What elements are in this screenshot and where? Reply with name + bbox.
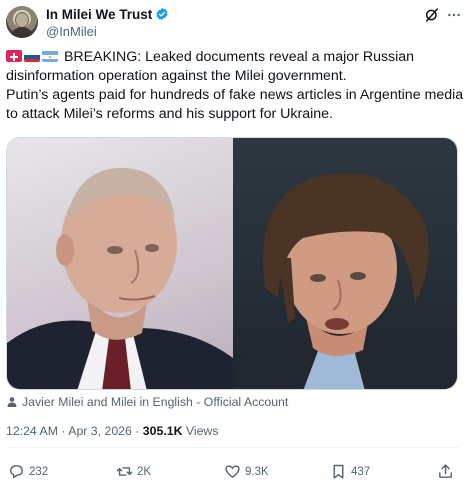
tweet-line-4: to attack Milei’s reforms and his suppor… [6,106,333,122]
handle[interactable]: @InMilei [46,24,169,40]
repost-icon [116,467,133,476]
tweet-header: In Milei We Trust @InMilei [6,5,462,41]
avatar[interactable] [6,6,38,38]
reply-button[interactable]: 232 [8,463,48,480]
repost-button[interactable]: 2K [116,463,151,480]
meta-separator: · [61,424,66,438]
tweet-time[interactable]: 12:24 AM [6,424,58,438]
tweet-line-2: disinformation operation against the Mil… [6,68,347,84]
divider [6,447,459,448]
like-button[interactable]: 9.3K [224,463,269,480]
person-icon [7,397,17,407]
avatar-face [15,12,29,28]
bookmark-button[interactable]: 437 [330,463,370,480]
more-options-icon[interactable] [446,7,462,23]
media-attribution[interactable]: Javier Milei and Milei in English - Offi… [6,394,288,410]
name-row: In Milei We Trust [46,6,169,22]
tweet-meta: 12:24 AM · Apr 3, 2026 · 305.1K Views [6,424,218,438]
share-icon [439,464,452,478]
heart-icon [225,465,240,478]
views-label: Views [185,424,219,438]
grok-icon[interactable] [424,7,440,23]
avatar-body [10,27,34,38]
tweet-line-3: Putin’s agents paid for hundreds of fake… [6,87,464,103]
repost-count: 2K [137,465,152,478]
tweet-date[interactable]: Apr 3, 2026 [68,424,132,438]
red-alert-emoji-icon [6,50,22,62]
bookmark-count: 437 [351,465,371,478]
tweet-line-1: BREAKING: Leaked documents reveal a majo… [6,48,461,67]
portrait-left-illustration [7,167,233,389]
share-button[interactable] [437,463,458,480]
photo-left[interactable] [7,138,233,389]
action-bar: 232 2K 9.3K 437 [0,463,465,481]
author-block: In Milei We Trust @InMilei [46,6,169,40]
like-count: 9.3K [245,465,269,478]
reply-icon [10,465,23,479]
attribution-text: Javier Milei and Milei in English - Offi… [22,395,289,409]
russia-flag-icon [24,50,40,62]
argentina-flag-icon [42,50,58,62]
photo-right[interactable] [233,138,457,389]
verified-badge-icon [156,7,168,21]
bookmark-icon [333,464,344,479]
tweet-text: BREAKING: Leaked documents reveal a majo… [6,48,464,124]
reply-count: 232 [29,465,49,478]
meta-separator-2: · [135,424,140,438]
views-count: 305.1K [142,424,183,438]
tweet-media[interactable] [6,137,458,390]
display-name[interactable]: In Milei We Trust [46,7,152,22]
portrait-right-illustration [233,173,457,389]
tweet-line-1-text: BREAKING: Leaked documents reveal a majo… [63,49,415,65]
